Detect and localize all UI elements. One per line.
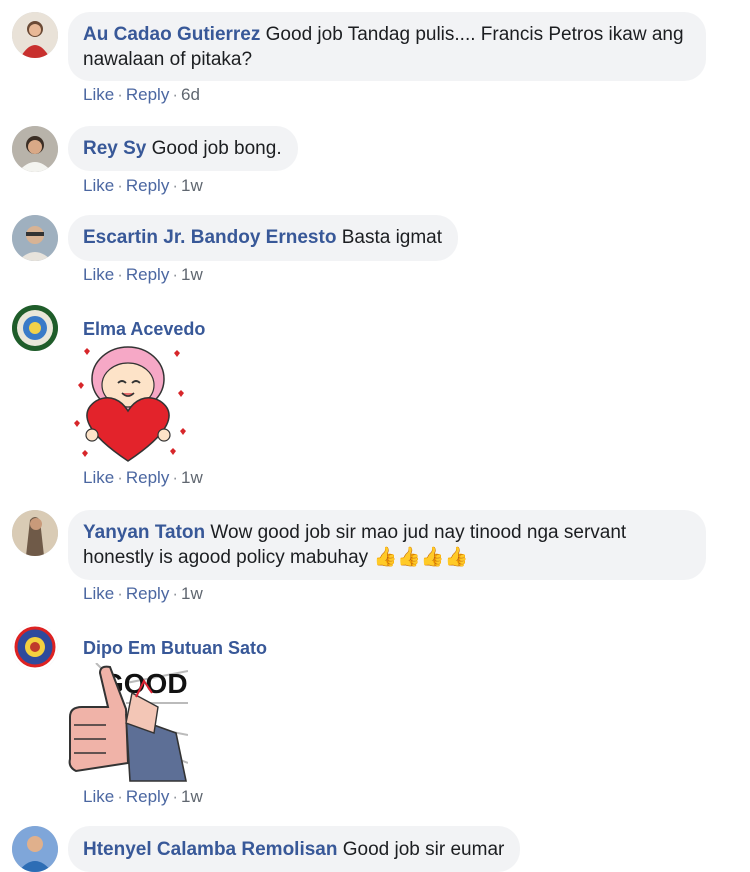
like-link[interactable]: Like	[83, 85, 114, 104]
comment-author[interactable]: Au Cadao Gutierrez	[83, 24, 260, 45]
reply-link[interactable]: Reply	[126, 85, 169, 104]
comment-text: Good job sir eumar	[342, 839, 505, 860]
thumbs-up-emoji: 👍👍👍👍	[373, 547, 469, 568]
avatar[interactable]	[12, 215, 58, 261]
like-link[interactable]: Like	[83, 176, 114, 195]
avatar[interactable]	[12, 510, 58, 556]
avatar[interactable]	[12, 826, 58, 872]
comment-bubble: Au Cadao Gutierrez Good job Tandag pulis…	[68, 12, 706, 81]
comment-bubble: Rey Sy Good job bong.	[68, 126, 298, 171]
comment-bubble: Yanyan Taton Wow good job sir mao jud na…	[68, 510, 706, 580]
comment-time[interactable]: 1w	[181, 787, 203, 806]
comment-author[interactable]: Escartin Jr. Bandoy Ernesto	[83, 227, 336, 248]
reply-link[interactable]: Reply	[126, 468, 169, 487]
good-thumbs-up-sticker: GOOD	[66, 662, 189, 790]
comment-actions: Like · Reply · 1w	[83, 176, 203, 195]
reply-link[interactable]: Reply	[126, 787, 169, 806]
comment-actions: Like · Reply · 6d	[83, 85, 200, 104]
avatar[interactable]	[12, 624, 58, 670]
comment-actions: Like · Reply · 1w	[83, 468, 203, 487]
like-link[interactable]: Like	[83, 468, 114, 487]
comment-text: Good job bong.	[151, 138, 282, 159]
heart-hug-sticker	[66, 343, 190, 472]
comment-actions: Like · Reply · 1w	[83, 265, 203, 284]
reply-link[interactable]: Reply	[126, 176, 169, 195]
comment-author[interactable]: Htenyel Calamba Remolisan	[83, 839, 337, 860]
comment-time[interactable]: 1w	[181, 468, 203, 487]
comment-author[interactable]: Yanyan Taton	[83, 522, 205, 543]
comment-author[interactable]: Elma Acevedo	[83, 319, 205, 340]
comment-actions: Like · Reply · 1w	[83, 787, 203, 806]
comment-bubble: Htenyel Calamba Remolisan Good job sir e…	[68, 826, 521, 872]
like-link[interactable]: Like	[83, 787, 114, 806]
comment-bubble: Escartin Jr. Bandoy Ernesto Basta igmat	[68, 215, 459, 261]
comment-time[interactable]: 1w	[181, 176, 203, 195]
avatar[interactable]	[12, 305, 58, 351]
comment-author[interactable]: Rey Sy	[83, 138, 146, 159]
reply-link[interactable]: Reply	[126, 265, 169, 284]
comment-time[interactable]: 1w	[181, 584, 203, 603]
comment-text: Basta igmat	[341, 227, 443, 248]
comment-actions: Like · Reply · 1w	[83, 584, 203, 603]
like-link[interactable]: Like	[83, 584, 114, 603]
comment-time[interactable]: 1w	[181, 265, 203, 284]
comment-time[interactable]: 6d	[181, 85, 200, 104]
avatar[interactable]	[12, 12, 58, 58]
reply-link[interactable]: Reply	[126, 584, 169, 603]
comment-author[interactable]: Dipo Em Butuan Sato	[83, 638, 267, 659]
like-link[interactable]: Like	[83, 265, 114, 284]
avatar[interactable]	[12, 126, 58, 172]
